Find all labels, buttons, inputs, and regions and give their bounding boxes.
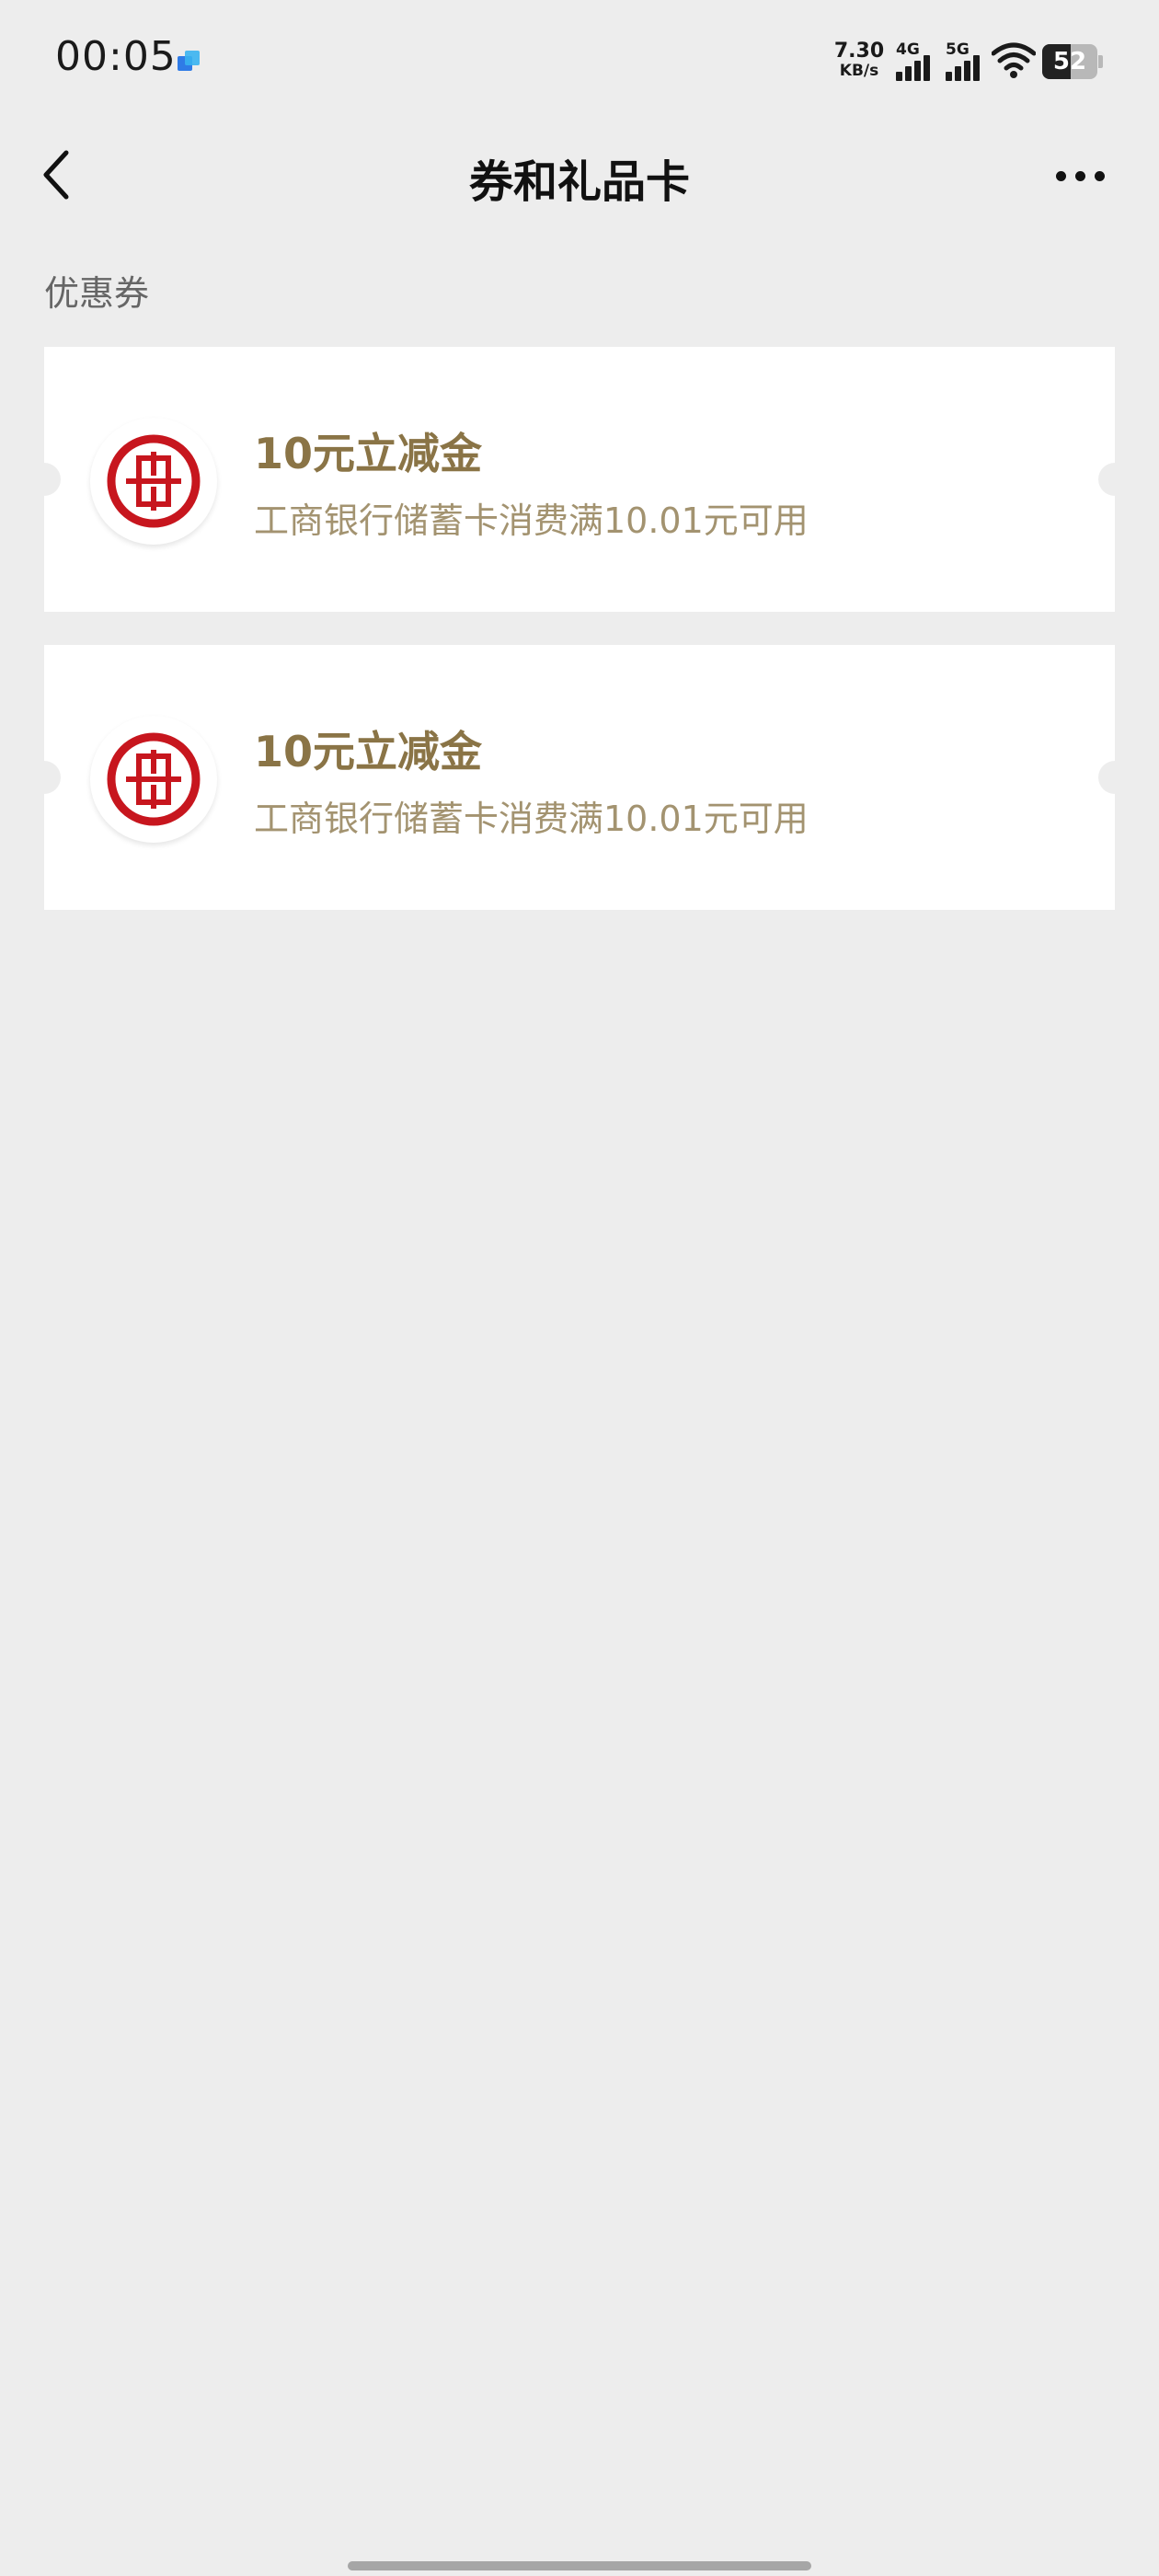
more-dots-icon bbox=[1056, 171, 1066, 181]
nav-bar: 券和礼品卡 bbox=[0, 120, 1159, 230]
network-speed: 7.30 KB/s bbox=[833, 40, 885, 80]
more-button[interactable] bbox=[1049, 147, 1113, 202]
coupon-card[interactable]: 10元立减金 工商银行储蓄卡消费满10.01元可用 bbox=[44, 645, 1115, 910]
signal-5g-label: 5G bbox=[946, 40, 970, 59]
signal-4g-label: 4G bbox=[896, 40, 920, 59]
icbc-logo-icon bbox=[90, 716, 217, 843]
section-title-coupons: 优惠券 bbox=[44, 273, 150, 314]
network-speed-value: 7.30 bbox=[833, 40, 885, 63]
page-title: 券和礼品卡 bbox=[468, 156, 690, 208]
status-time: 00:05 bbox=[55, 33, 177, 80]
wifi-icon bbox=[991, 42, 1037, 79]
battery-level: 52 bbox=[1052, 48, 1087, 75]
coupon-description: 工商银行储蓄卡消费满10.01元可用 bbox=[254, 500, 809, 541]
home-indicator[interactable] bbox=[348, 2561, 811, 2570]
status-bar: 00:05 7.30 KB/s 4G 5G 52 bbox=[0, 0, 1159, 120]
signal-4g-icon: 4G bbox=[894, 40, 940, 81]
coupon-description: 工商银行储蓄卡消费满10.01元可用 bbox=[254, 799, 809, 839]
coupon-card[interactable]: 10元立减金 工商银行储蓄卡消费满10.01元可用 bbox=[44, 347, 1115, 612]
coupon-title: 10元立减金 bbox=[254, 429, 483, 478]
icbc-logo-icon bbox=[90, 418, 217, 545]
signal-5g-icon: 5G bbox=[944, 40, 990, 81]
coupon-title: 10元立减金 bbox=[254, 727, 483, 776]
battery-icon: 52 bbox=[1042, 44, 1103, 79]
app-notification-icon bbox=[178, 51, 201, 75]
network-speed-unit: KB/s bbox=[839, 62, 879, 80]
